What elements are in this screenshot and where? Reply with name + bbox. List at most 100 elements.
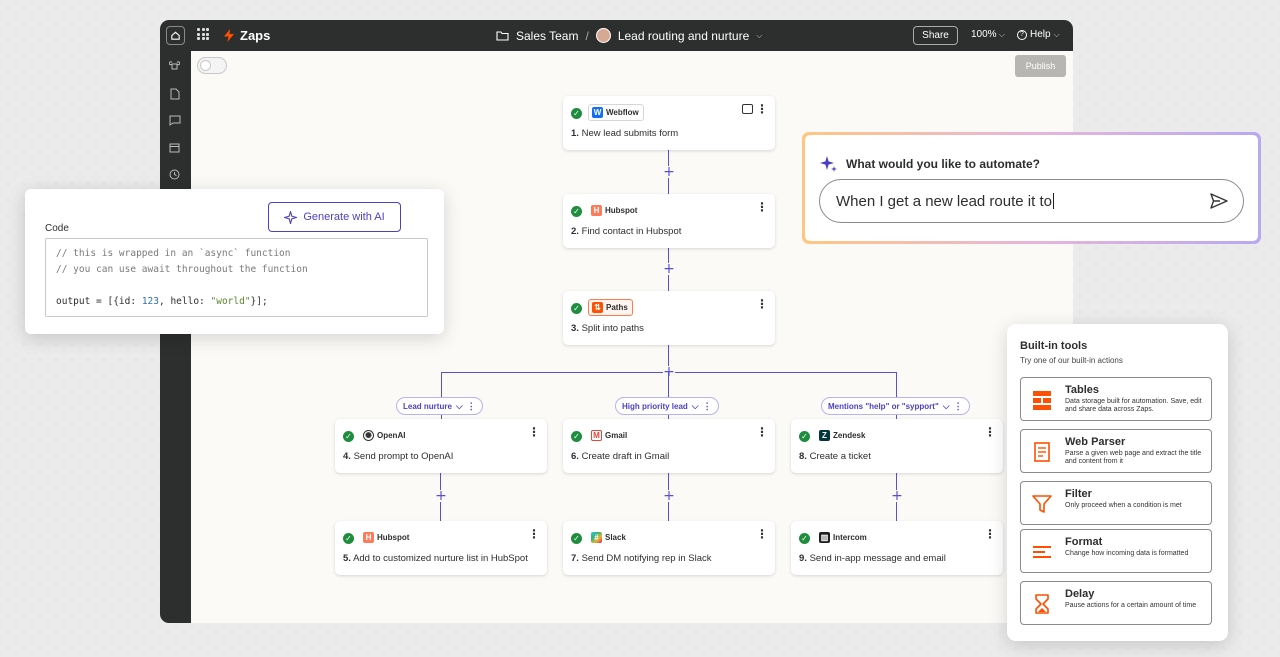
check-icon: ✓ <box>343 431 354 442</box>
more-options-icon[interactable]: ⋮ <box>756 201 768 213</box>
app-name: Slack <box>605 533 626 542</box>
zap-on-off-toggle[interactable] <box>197 57 227 74</box>
more-options-icon[interactable]: ⋮ <box>467 401 476 412</box>
command-icon[interactable] <box>168 60 181 73</box>
tool-filter[interactable]: Filter Only proceed when a condition is … <box>1020 481 1212 525</box>
apps-grid-icon[interactable] <box>197 28 209 40</box>
tool-description: Only proceed when a condition is met <box>1065 502 1182 509</box>
hubspot-logo-icon: H <box>363 532 374 543</box>
history-icon[interactable] <box>168 168 181 181</box>
more-options-icon[interactable]: ⋮ <box>984 426 996 438</box>
zoom-level: 100% <box>971 29 997 40</box>
more-options-icon[interactable]: ⋮ <box>954 401 963 412</box>
tool-name: Filter <box>1065 488 1092 500</box>
step-card[interactable]: ✓ ✺ OpenAI ⋮ 4. Send prompt to OpenAI <box>335 419 547 473</box>
step-card[interactable]: ✓ W Webflow ⋮ 1. New lead submits form <box>563 96 775 150</box>
home-button[interactable] <box>166 26 185 45</box>
ai-input-value: When I get a new lead route it to <box>836 192 1052 210</box>
step-card[interactable]: ✓ H Hubspot ⋮ 5. Add to customized nurtur… <box>335 521 547 575</box>
generate-with-ai-button[interactable]: Generate with AI <box>268 202 401 232</box>
step-card[interactable]: ✓ ▥ Intercom ⋮ 9. Send in-app message and… <box>791 521 1003 575</box>
code-line: output = [{id: 123, hello: "world"}]; <box>56 296 268 307</box>
ai-prompt-input[interactable]: When I get a new lead route it to <box>819 179 1244 223</box>
tool-tables[interactable]: Tables Data storage built for automation… <box>1020 377 1212 421</box>
step-card[interactable]: ✓ Z Zendesk ⋮ 8. Create a ticket <box>791 419 1003 473</box>
filter-icon <box>1032 495 1052 513</box>
breadcrumb: Sales Team / Lead routing and nurture ⌵ <box>496 28 762 43</box>
tool-name: Format <box>1065 536 1103 548</box>
app-name: Hubspot <box>605 206 638 215</box>
more-options-icon[interactable]: ⋮ <box>984 528 996 540</box>
add-step-plus-icon[interactable]: + <box>663 489 675 503</box>
path-label-high-priority[interactable]: High priority lead ⌵ ⋮ <box>615 397 719 415</box>
comment-icon[interactable] <box>742 104 753 114</box>
tools-heading: Built-in tools <box>1020 340 1088 352</box>
step-card[interactable]: ✓ # Slack ⋮ 7. Send DM notifying rep in S… <box>563 521 775 575</box>
step-title: 2. Find contact in Hubspot <box>571 226 682 237</box>
app-name: Webflow <box>606 108 639 117</box>
more-options-icon[interactable]: ⋮ <box>756 426 768 438</box>
app-chip: # Slack <box>588 529 630 546</box>
format-icon <box>1033 546 1051 558</box>
zap-title[interactable]: Lead routing and nurture <box>618 29 749 43</box>
app-name: Gmail <box>605 431 628 440</box>
more-options-icon[interactable]: ⋮ <box>528 528 540 540</box>
step-card[interactable]: ✓ ⇅ Paths ⋮ 3. Split into paths <box>563 291 775 345</box>
more-options-icon[interactable]: ⋮ <box>703 401 712 412</box>
path-name: High priority lead <box>622 401 688 411</box>
path-label-mentions-help[interactable]: Mentions "help" or "sypport" ⌵ ⋮ <box>821 397 970 415</box>
check-icon: ✓ <box>571 303 582 314</box>
add-path-plus-icon[interactable]: + <box>663 365 675 379</box>
tool-description: Parse a given web page and extract the t… <box>1065 450 1202 465</box>
text-cursor <box>1052 193 1054 209</box>
add-step-plus-icon[interactable]: + <box>435 489 447 503</box>
intercom-logo-icon: ▥ <box>819 532 830 543</box>
chevron-down-icon[interactable]: ⌵ <box>756 31 762 41</box>
generate-label: Generate with AI <box>303 211 385 223</box>
app-brand[interactable]: Zaps <box>224 28 270 43</box>
add-step-plus-icon[interactable]: + <box>663 262 675 276</box>
sparkle-icon <box>284 210 298 224</box>
sparkle-icon <box>820 156 837 172</box>
top-bar: Zaps Sales Team / Lead routing and nurtu… <box>160 20 1073 51</box>
help-menu[interactable]: ? Help ⌵ <box>1017 29 1060 40</box>
tools-subheading: Try one of our built-in actions <box>1020 356 1123 365</box>
comment-icon[interactable] <box>168 114 181 127</box>
zendesk-logo-icon: Z <box>819 430 830 441</box>
share-button[interactable]: Share <box>913 26 958 45</box>
file-icon[interactable] <box>168 87 181 100</box>
code-editor[interactable]: // this is wrapped in an `async` functio… <box>45 238 428 317</box>
tool-web-parser[interactable]: Web Parser Parse a given web page and ex… <box>1020 429 1212 473</box>
delay-icon <box>1035 594 1049 614</box>
web-parser-icon <box>1034 442 1050 462</box>
path-name: Mentions "help" or "sypport" <box>828 401 939 411</box>
add-step-plus-icon[interactable]: + <box>663 165 675 179</box>
publish-button[interactable]: Publish <box>1015 55 1066 77</box>
calendar-icon[interactable] <box>168 141 181 154</box>
tool-name: Web Parser <box>1065 436 1126 448</box>
more-options-icon[interactable]: ⋮ <box>756 528 768 540</box>
code-step-panel: Generate with AI Code // this is wrapped… <box>25 189 444 334</box>
zoom-control[interactable]: 100% ⌵ <box>971 29 1005 40</box>
step-title: 4. Send prompt to OpenAI <box>343 451 454 462</box>
check-icon: ✓ <box>799 431 810 442</box>
send-icon[interactable] <box>1209 191 1229 211</box>
tool-delay[interactable]: Delay Pause actions for a certain amount… <box>1020 581 1212 625</box>
breadcrumb-separator: / <box>585 28 589 43</box>
folder-name[interactable]: Sales Team <box>516 29 578 43</box>
step-card[interactable]: ✓ H Hubspot ⋮ 2. Find contact in Hubspot <box>563 194 775 248</box>
step-title: 3. Split into paths <box>571 323 644 334</box>
more-options-icon[interactable]: ⋮ <box>756 298 768 310</box>
more-options-icon[interactable]: ⋮ <box>756 103 768 115</box>
add-step-plus-icon[interactable]: + <box>891 489 903 503</box>
tool-description: Change how incoming data is formatted <box>1065 550 1189 557</box>
path-label-lead-nurture[interactable]: Lead nurture ⌵ ⋮ <box>396 397 483 415</box>
help-label: Help <box>1030 29 1051 40</box>
step-card[interactable]: ✓ M Gmail ⋮ 6. Create draft in Gmail <box>563 419 775 473</box>
webflow-logo-icon: W <box>592 107 603 118</box>
more-options-icon[interactable]: ⋮ <box>528 426 540 438</box>
openai-logo-icon: ✺ <box>363 430 374 441</box>
tool-format[interactable]: Format Change how incoming data is forma… <box>1020 529 1212 573</box>
app-chip: H Hubspot <box>588 202 641 219</box>
check-icon: ✓ <box>571 431 582 442</box>
